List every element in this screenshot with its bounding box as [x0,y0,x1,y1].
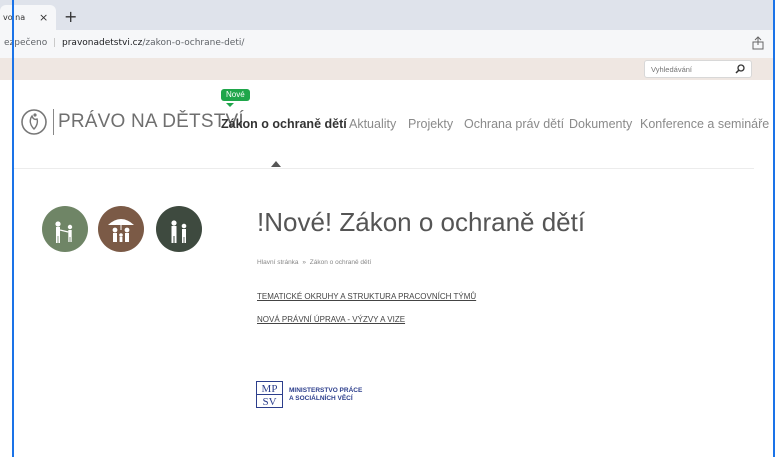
nav-item-konference[interactable]: Konference a semináře [640,117,769,131]
ministry-logo[interactable]: MP SV MINISTERSTVO PRÁCE A SOCIÁLNÍCH VĚ… [256,381,362,408]
site-logo[interactable]: PRÁVO NA DĚTSTVÍ [20,108,244,136]
nav-item-aktuality[interactable]: Aktuality [349,117,396,131]
breadcrumb-separator: » [302,259,306,266]
address-bar[interactable]: ezpečeno | pravonadetstvi.cz/zakon-o-och… [0,30,775,59]
browser-tab[interactable]: vo na × [0,5,56,30]
browser-tabstrip: vo na × + [0,0,775,30]
mpsv-mark-bottom: SV [262,396,276,408]
mpsv-mark-top: MP [262,383,278,395]
family-walking-icon [42,206,88,252]
share-icon[interactable] [751,36,765,50]
breadcrumb: Hlavní stránka » Zákon o ochraně dětí [257,259,371,266]
nav-item-dokumenty[interactable]: Dokumenty [569,117,632,131]
ministry-name-line1: MINISTERSTVO PRÁCE [289,386,363,394]
nav-item-zakon[interactable]: Zákon o ochraně dětí [221,117,347,131]
url-path: /zakon-o-ochrane-deti/ [142,38,245,48]
circle-family-umbrella[interactable] [98,206,144,252]
page-title: !Nové! Zákon o ochraně dětí [257,207,586,237]
breadcrumb-current: Zákon o ochraně dětí [309,259,372,266]
search-input[interactable] [651,63,731,75]
tab-close-icon[interactable]: × [39,11,48,24]
nav-item-projekty[interactable]: Projekty [408,117,453,131]
parent-child-icon [156,206,202,252]
window-border-left [12,0,14,457]
nav-item-ochrana-prav[interactable]: Ochrana práv dětí [464,117,564,131]
security-label: ezpečeno [4,38,48,48]
logo-text: PRÁVO NA DĚTSTVÍ [58,111,244,132]
logo-divider [53,109,54,135]
new-tab-icon[interactable]: + [64,7,77,26]
ministry-name: MINISTERSTVO PRÁCE A SOCIÁLNÍCH VĚCÍ [289,387,362,403]
link-tematicke-okruhy[interactable]: TEMATICKÉ OKRUHY A STRUKTURA PRACOVNÍCH … [257,292,476,301]
circle-family-walking[interactable] [42,206,88,252]
breadcrumb-home[interactable]: Hlavní stránka [257,259,299,266]
logo-icon [21,109,47,135]
mpsv-logo-icon: MP SV [256,381,283,408]
search-box[interactable] [644,60,752,78]
url-separator: | [53,38,57,48]
tab-title: vo na [3,13,26,22]
active-nav-indicator [271,161,281,167]
url-text[interactable]: ezpečeno | pravonadetstvi.cz/zakon-o-och… [4,38,244,48]
circle-parent-child[interactable] [156,206,202,252]
header-divider [14,168,754,169]
ministry-name-line2: A SOCIÁLNÍCH VĚCÍ [289,394,353,402]
link-nova-pravni-uprava[interactable]: NOVÁ PRÁVNÍ ÚPRAVA - VÝZVY A VIZE [257,315,405,324]
url-domain: pravonadetstvi.cz [62,38,143,48]
search-icon[interactable] [735,64,745,74]
family-umbrella-icon [98,206,144,252]
new-badge: Nové [221,89,250,101]
new-badge-pointer [226,103,234,107]
